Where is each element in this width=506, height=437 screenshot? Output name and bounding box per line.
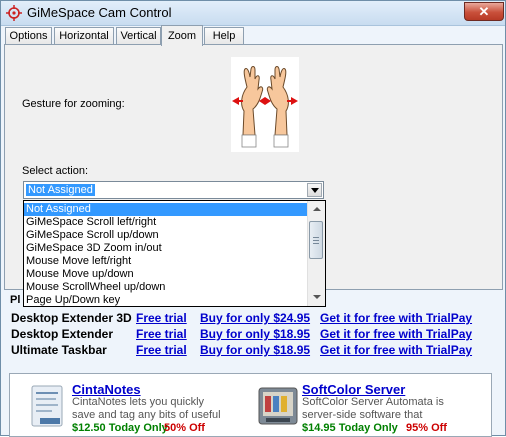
select-action-label: Select action:: [22, 165, 89, 177]
ad-price: $14.95 Today Only: [302, 422, 398, 434]
buy-link[interactable]: Buy for only $24.95: [200, 311, 310, 325]
trialpay-link[interactable]: Get it for free with TrialPay: [320, 343, 472, 357]
dropdown-scrollbar[interactable]: [307, 201, 325, 306]
trialpay-link[interactable]: Get it for free with TrialPay: [320, 327, 472, 341]
product-name: Desktop Extender 3D: [11, 311, 132, 325]
buy-link[interactable]: Buy for only $18.95: [200, 343, 310, 357]
ad-title[interactable]: CintaNotes: [72, 382, 141, 397]
tab-vertical[interactable]: Vertical: [116, 27, 161, 45]
ad-softcolor-server[interactable]: SoftColor Server SoftColor Server Automa…: [248, 374, 488, 436]
notes-icon: [31, 385, 63, 427]
dropdown-option[interactable]: Mouse Move up/down: [24, 268, 308, 281]
dropdown-option[interactable]: GiMeSpace 3D Zoom in/out: [24, 242, 308, 255]
zoom-gesture-hands-icon: [231, 57, 299, 152]
scroll-up-arrow-icon[interactable]: [309, 202, 324, 217]
dropdown-option[interactable]: Not Assigned: [24, 203, 308, 216]
app-window: GiMeSpace Cam Control ✕ Options Horizont…: [0, 0, 506, 437]
chevron-down-icon[interactable]: [307, 183, 322, 197]
gesture-label: Gesture for zooming:: [22, 98, 125, 110]
action-select[interactable]: Not Assigned: [23, 181, 324, 199]
scroll-down-arrow-icon[interactable]: [309, 290, 324, 305]
tab-zoom[interactable]: Zoom: [161, 25, 203, 46]
window-title: GiMeSpace Cam Control: [27, 5, 172, 20]
server-icon: [258, 387, 298, 425]
ad-discount: 95% Off: [406, 422, 447, 434]
tab-help[interactable]: Help: [204, 27, 244, 45]
free-trial-link[interactable]: Free trial: [136, 311, 187, 325]
title-bar[interactable]: GiMeSpace Cam Control ✕: [1, 1, 505, 26]
ad-description: CintaNotes lets you quickly: [72, 396, 205, 408]
action-select-value: Not Assigned: [26, 184, 95, 196]
free-trial-link[interactable]: Free trial: [136, 343, 187, 357]
ad-description: server-side software that: [302, 409, 423, 421]
ad-discount: 50% Off: [164, 422, 205, 434]
product-name: Ultimate Taskbar: [11, 343, 107, 357]
product-name: Desktop Extender: [11, 327, 114, 341]
ad-description: SoftColor Server Automata is: [302, 396, 444, 408]
buy-link[interactable]: Buy for only $18.95: [200, 327, 310, 341]
free-trial-link[interactable]: Free trial: [136, 327, 187, 341]
ad-title[interactable]: SoftColor Server: [302, 382, 405, 397]
dropdown-option[interactable]: GiMeSpace Scroll left/right: [24, 216, 308, 229]
close-button[interactable]: ✕: [464, 2, 504, 21]
dropdown-option[interactable]: Page Up/Down key: [24, 294, 308, 307]
close-icon: ✕: [478, 4, 490, 19]
crosshair-app-icon: [6, 5, 22, 21]
tab-horizontal[interactable]: Horizontal: [54, 27, 114, 45]
action-dropdown-list[interactable]: Not Assigned GiMeSpace Scroll left/right…: [23, 200, 326, 307]
ad-price: $12.50 Today Only: [72, 422, 168, 434]
ad-cintanotes[interactable]: CintaNotes CintaNotes lets you quickly s…: [18, 374, 258, 436]
trialpay-link[interactable]: Get it for free with TrialPay: [320, 311, 472, 325]
tab-options[interactable]: Options: [5, 27, 52, 45]
scrollbar-thumb[interactable]: [309, 221, 323, 259]
ad-banner: CintaNotes CintaNotes lets you quickly s…: [9, 373, 492, 437]
dropdown-option[interactable]: Mouse Move left/right: [24, 255, 308, 268]
dropdown-option[interactable]: GiMeSpace Scroll up/down: [24, 229, 308, 242]
ad-description: save and tag any bits of useful: [72, 409, 221, 421]
dropdown-option[interactable]: Mouse ScrollWheel up/down: [24, 281, 308, 294]
products-section-label: Pl: [10, 294, 21, 306]
